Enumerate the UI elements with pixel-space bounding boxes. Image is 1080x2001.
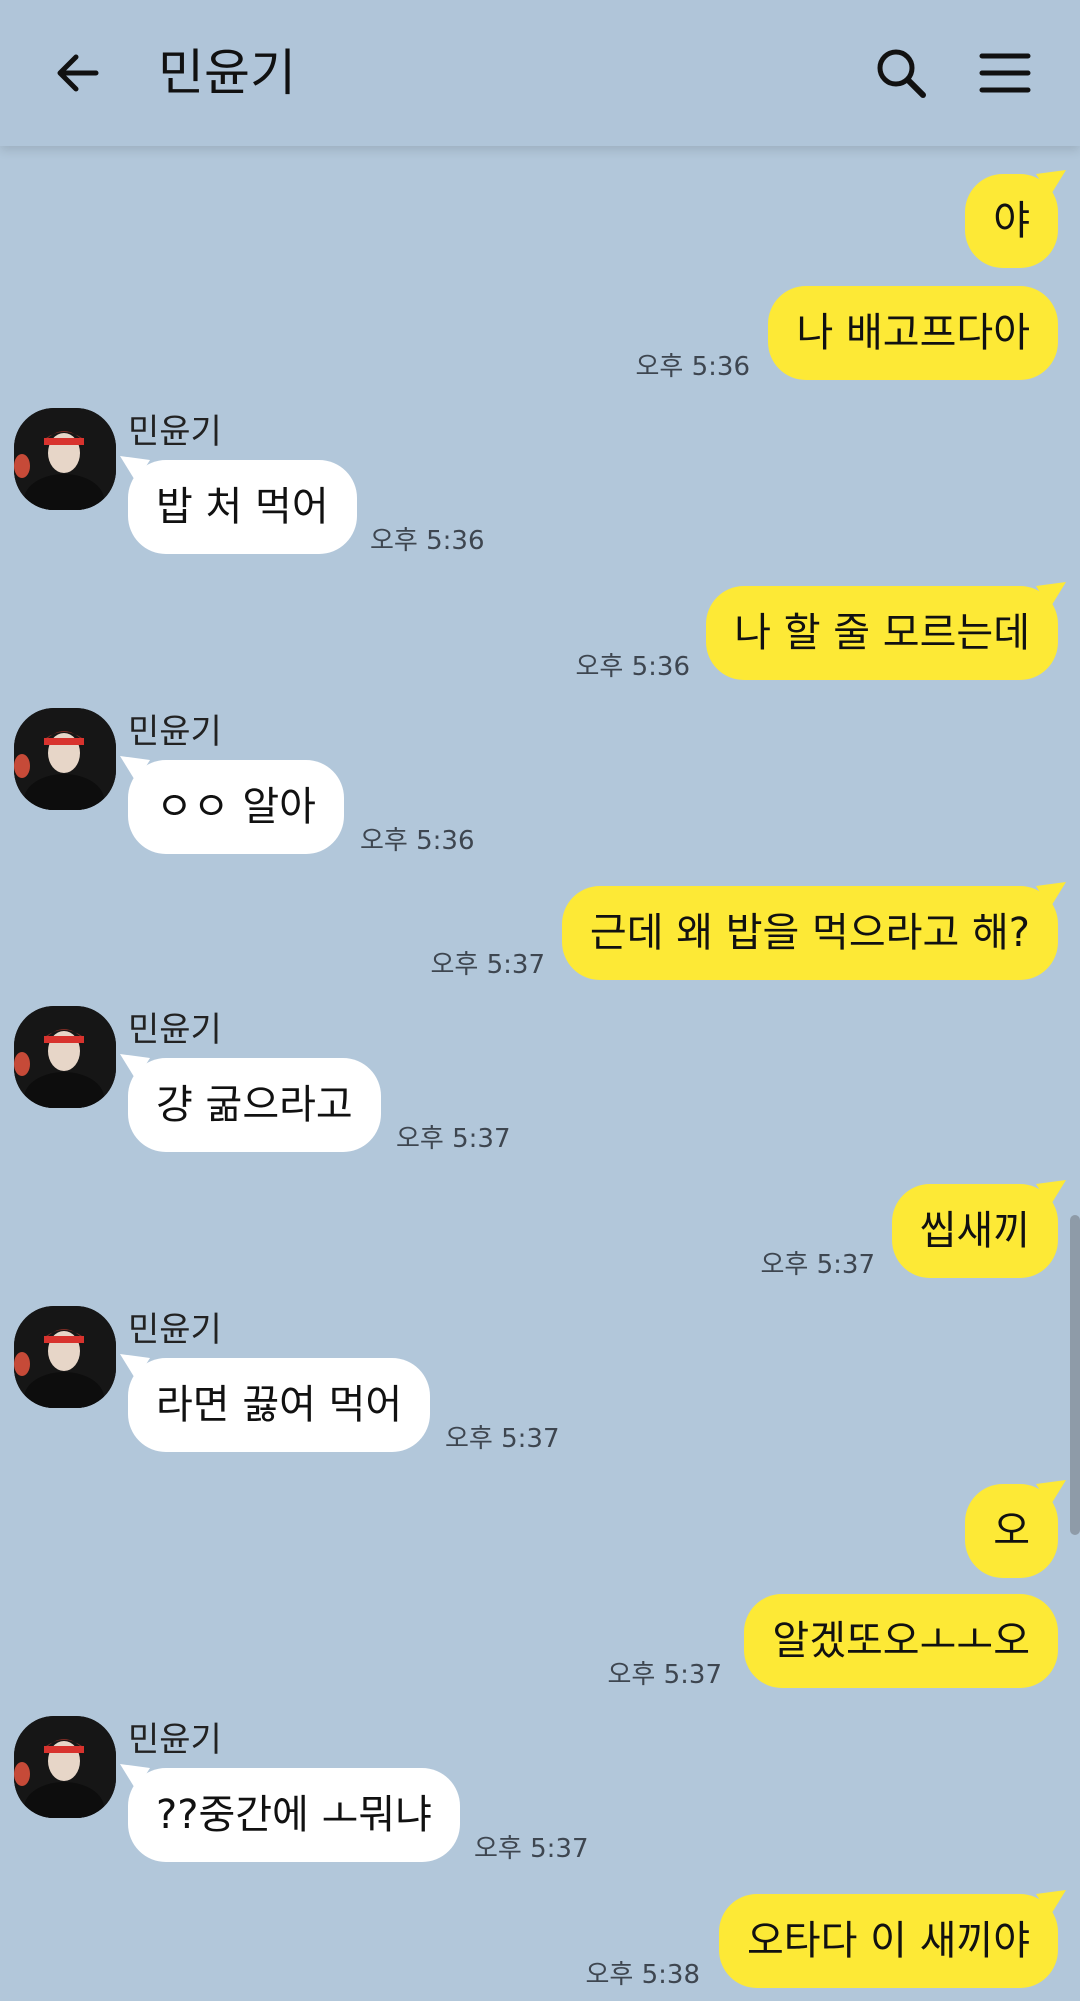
their-message-bubble[interactable]: 걍 굶으라고 (128, 1058, 381, 1152)
message-text: 나 할 줄 모르는데 (734, 610, 1030, 656)
their-message-bubble[interactable]: 라면 끓여 먹어 (128, 1358, 431, 1452)
profile-photo (14, 708, 116, 810)
message-text: 야 (993, 198, 1030, 244)
chat-title: 민윤기 (158, 44, 296, 102)
my-message-bubble[interactable]: 나 할 줄 모르는데 (706, 586, 1058, 680)
message-text: 씹새끼 (919, 1208, 1030, 1254)
message-time: 오후 5:37 (474, 1834, 589, 1864)
bubble-tail (1036, 1480, 1066, 1506)
message-text: ㅇㅇ 알아 (156, 784, 316, 830)
message-time: 오후 5:36 (575, 652, 691, 682)
message-time: 오후 5:37 (396, 1124, 511, 1154)
avatar[interactable] (14, 1716, 116, 1818)
my-message-bubble[interactable]: 나 배고프다아 (768, 286, 1058, 380)
sender-name: 민윤기 (128, 1720, 222, 1760)
profile-photo (14, 1306, 116, 1408)
sender-name: 민윤기 (128, 712, 222, 752)
search-button[interactable] (866, 38, 936, 108)
profile-photo (14, 1716, 116, 1818)
sender-name: 민윤기 (128, 1010, 222, 1050)
avatar[interactable] (14, 1306, 116, 1408)
back-arrow-icon (57, 54, 99, 92)
message-text: 라면 끓여 먹어 (156, 1382, 403, 1428)
my-message-bubble[interactable]: 오타다 이 새끼야 (718, 1894, 1058, 1988)
bubble-tail (1036, 582, 1066, 608)
chat-header: 민윤기 (0, 0, 1080, 146)
message-time: 오후 5:37 (430, 950, 546, 980)
my-message-bubble[interactable]: 근데 왜 밥을 먹으라고 해? (561, 886, 1058, 980)
message-time: 오후 5:36 (360, 826, 475, 856)
menu-button[interactable] (970, 38, 1040, 108)
sender-name: 민윤기 (128, 1310, 222, 1350)
search-icon (877, 49, 926, 98)
message-text: 밥 처 먹어 (156, 484, 329, 530)
message-text: 오 (993, 1508, 1030, 1554)
my-message-bubble[interactable]: 알겠또오ㅗㅗ오 (744, 1594, 1058, 1688)
their-message-bubble[interactable]: 밥 처 먹어 (128, 460, 357, 554)
their-message-bubble[interactable]: ㅇㅇ 알아 (128, 760, 344, 854)
message-text: 알겠또오ㅗㅗ오 (772, 1618, 1030, 1664)
scrollbar-thumb[interactable] (1070, 1215, 1080, 1535)
message-text: 걍 굶으라고 (156, 1082, 353, 1128)
menu-icon (979, 53, 1031, 93)
bubble-tail (1036, 1180, 1066, 1206)
message-time: 오후 5:37 (607, 1660, 723, 1690)
bubble-tail (1036, 1890, 1066, 1916)
chat-area[interactable]: 야 나 배고프다아 오후 5:36 민윤기 밥 처 먹어 오후 5:36 나 할… (0, 146, 1080, 2001)
bubble-tail (1036, 170, 1066, 196)
bubble-tail (1036, 882, 1066, 908)
message-text: 근데 왜 밥을 먹으라고 해? (589, 910, 1030, 956)
sender-name: 민윤기 (128, 412, 222, 452)
message-time: 오후 5:36 (370, 526, 485, 556)
my-message-bubble[interactable]: 씹새끼 (891, 1184, 1058, 1278)
avatar[interactable] (14, 408, 116, 510)
back-button[interactable] (42, 38, 112, 108)
their-message-bubble[interactable]: ??중간에 ㅗ뭐냐 (128, 1768, 460, 1862)
profile-photo (14, 1006, 116, 1108)
message-text: ??중간에 ㅗ뭐냐 (156, 1792, 432, 1838)
message-time: 오후 5:37 (445, 1424, 560, 1454)
message-time: 오후 5:36 (635, 352, 751, 382)
message-time: 오후 5:38 (585, 1960, 701, 1990)
message-time: 오후 5:37 (760, 1250, 876, 1280)
profile-photo (14, 408, 116, 510)
message-text: 오타다 이 새끼야 (746, 1918, 1030, 1964)
message-text: 나 배고프다아 (796, 310, 1030, 356)
avatar[interactable] (14, 1006, 116, 1108)
avatar[interactable] (14, 708, 116, 810)
